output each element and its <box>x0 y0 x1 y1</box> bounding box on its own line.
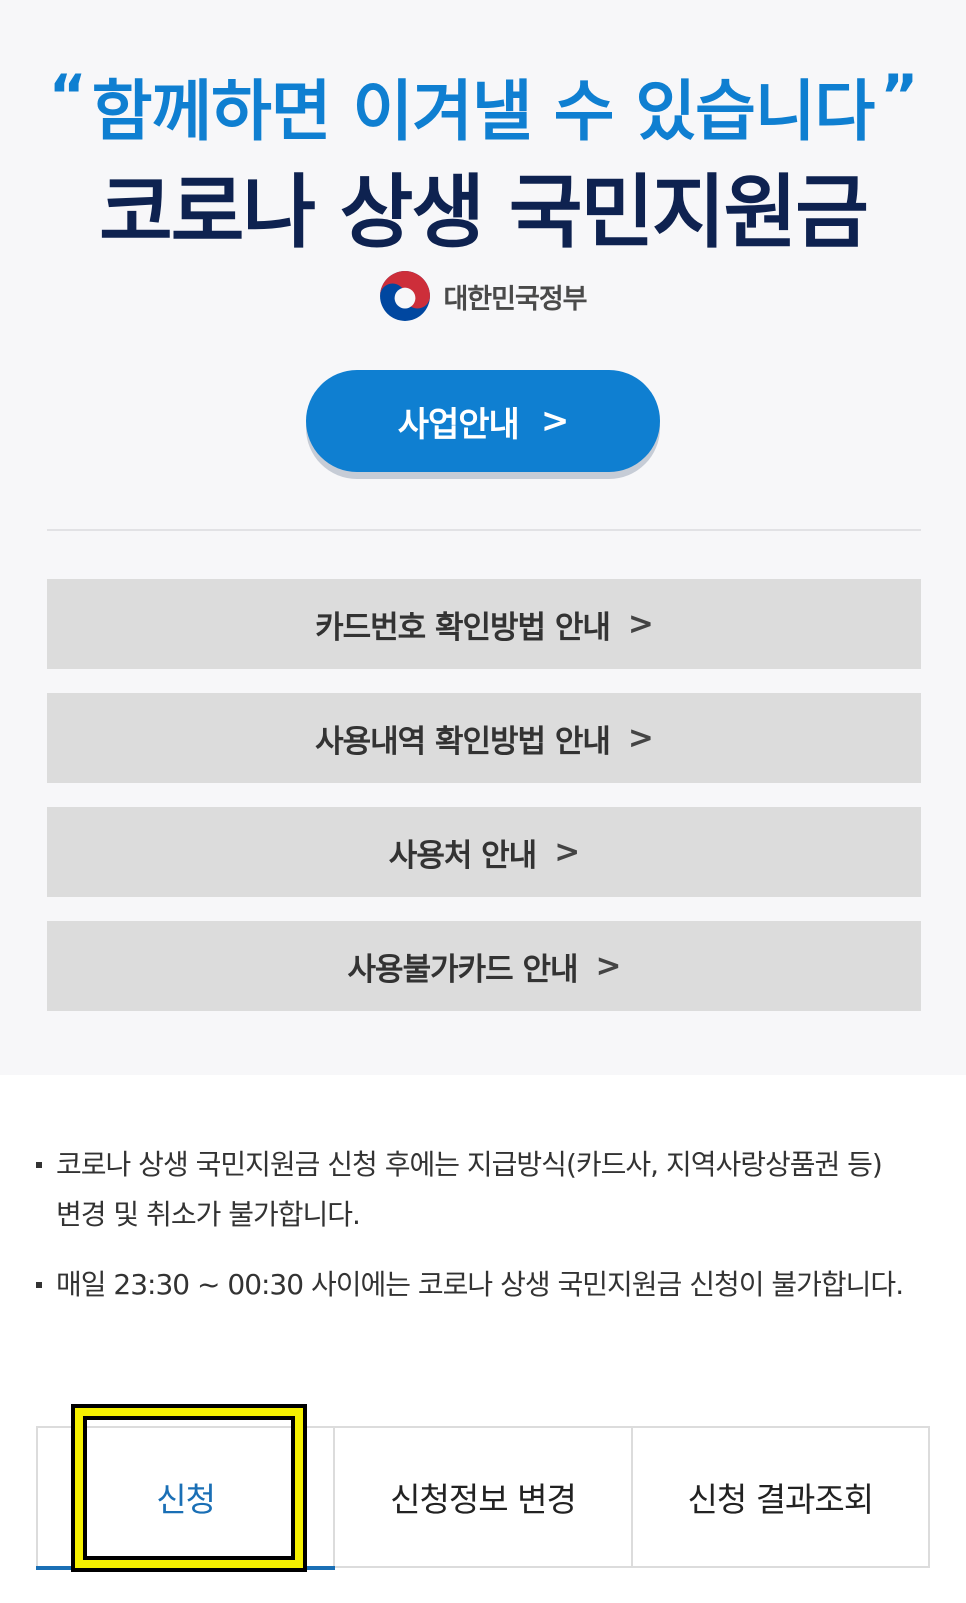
application-tabs: 신청 신청정보 변경 신청 결과조회 <box>35 1426 930 1570</box>
card-number-guide-label: 카드번호 확인방법 안내 <box>315 609 611 646</box>
slogan-text: 함께하면 이겨낼 수 있습니다 <box>91 73 876 150</box>
notice-text: 코로나 상생 국민지원금 신청 후에는 지급방식(카드사, 지역사랑상품권 등)… <box>56 1148 883 1231</box>
business-info-label: 사업안내 <box>397 404 520 445</box>
unavailable-card-guide-button[interactable]: 사용불가카드 안내 > <box>47 921 921 1011</box>
tab-change-info-label: 신청정보 변경 <box>390 1480 577 1519</box>
usage-place-guide-button[interactable]: 사용처 안내 > <box>47 807 921 897</box>
notice-item: 매일 23:30 ~ 00:30 사이에는 코로나 상생 국민지원금 신청이 불… <box>30 1260 910 1310</box>
chevron-right-icon: > <box>554 834 580 870</box>
quote-open-mark: “ <box>48 62 87 130</box>
taegeuk-emblem-icon <box>380 271 431 321</box>
bullet-icon <box>36 1162 42 1168</box>
government-logo: 대한민국정부 <box>0 270 966 322</box>
business-info-button[interactable]: 사업안내 > <box>306 370 660 472</box>
chevron-right-icon: > <box>627 720 654 756</box>
divider <box>47 529 921 531</box>
tab-check-result-label: 신청 결과조회 <box>687 1480 874 1519</box>
slogan-heading: “함께하면 이겨낼 수 있습니다” <box>0 58 966 154</box>
tab-check-result[interactable]: 신청 결과조회 <box>633 1428 928 1566</box>
tab-change-info[interactable]: 신청정보 변경 <box>335 1428 633 1566</box>
chevron-right-icon: > <box>627 606 654 642</box>
government-name: 대한민국정부 <box>443 283 587 315</box>
usage-place-guide-label: 사용처 안내 <box>388 837 537 874</box>
notice-list: 코로나 상생 국민지원금 신청 후에는 지급방식(카드사, 지역사랑상품권 등)… <box>30 1140 910 1330</box>
bullet-icon <box>36 1282 42 1288</box>
hero-section: “함께하면 이겨낼 수 있습니다” 코로나 상생 국민지원금 대한민국정부 사업… <box>0 0 966 1075</box>
tab-apply-label: 신청 <box>156 1480 216 1519</box>
chevron-right-icon: > <box>595 948 621 984</box>
page-title: 코로나 상생 국민지원금 <box>99 166 869 259</box>
card-number-guide-button[interactable]: 카드번호 확인방법 안내 > <box>47 579 921 669</box>
usage-history-guide-label: 사용내역 확인방법 안내 <box>315 723 611 760</box>
unavailable-card-guide-label: 사용불가카드 안내 <box>347 951 579 988</box>
tab-apply[interactable]: 신청 <box>35 1428 336 1570</box>
usage-history-guide-button[interactable]: 사용내역 확인방법 안내 > <box>47 693 921 783</box>
notice-item: 코로나 상생 국민지원금 신청 후에는 지급방식(카드사, 지역사랑상품권 등)… <box>30 1140 910 1240</box>
chevron-right-icon: > <box>540 401 569 441</box>
quote-close-mark: ” <box>880 62 918 130</box>
notice-text: 매일 23:30 ~ 00:30 사이에는 코로나 상생 국민지원금 신청이 불… <box>56 1268 904 1301</box>
